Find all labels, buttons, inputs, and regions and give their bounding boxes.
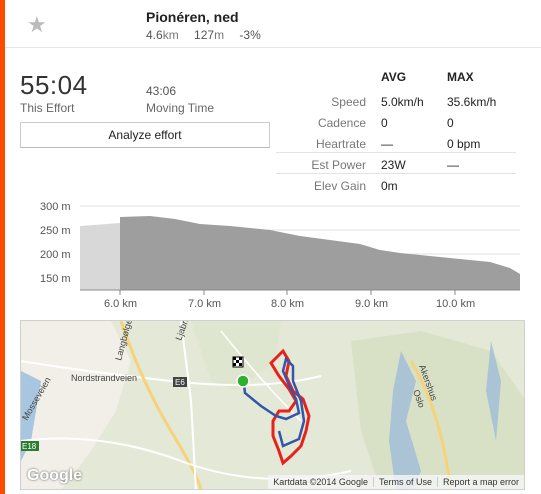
segment-grade: -3%: [239, 28, 261, 42]
x-tick-label: 9.0 km: [355, 298, 388, 310]
effort-time: 55:04: [20, 70, 88, 100]
y-tick-label: 300 m: [40, 201, 71, 213]
x-tick-label: 6.0 km: [104, 298, 137, 310]
segment-elevation: 127m: [194, 28, 225, 42]
stat-max-value: —: [447, 158, 459, 172]
analyze-effort-button[interactable]: Analyze effort: [20, 122, 270, 148]
route-map[interactable]: Nordstrandveien Mosseveien Langbølgen E6…: [20, 320, 525, 490]
map-label: Nordstrandveien: [71, 373, 137, 383]
segment-header: ★ Pionéren, ned 4.6km 127m -3%: [5, 0, 541, 48]
x-tick-label: 10.0 km: [436, 298, 475, 310]
stat-label: Elev Gain: [313, 179, 366, 193]
stat-avg-value: 0m: [381, 179, 398, 193]
stat-row-speed: Speed 5.0km/h 35.6km/h: [276, 95, 516, 116]
road-shield: E18: [22, 442, 37, 451]
y-tick-label: 250 m: [40, 225, 71, 237]
stat-label: Heartrate: [315, 137, 366, 151]
y-tick-label: 150 m: [40, 273, 71, 285]
map-canvas: Nordstrandveien Mosseveien Langbølgen E6…: [21, 321, 524, 489]
map-attribution: Kartdata ©2014 Google: [273, 477, 368, 487]
row-divider: [276, 173, 516, 174]
stat-max-value: 0 bpm: [447, 137, 481, 151]
avg-header: AVG: [381, 70, 407, 84]
stat-row-cadence: Cadence 0 0: [276, 116, 516, 137]
elevation-chart: 300 m 250 m 200 m 150 m 6.0 km 7.0 km 8.…: [40, 201, 520, 310]
segment-stats: 4.6km 127m -3%: [146, 28, 273, 42]
moving-time-label: Moving Time: [146, 101, 215, 115]
stat-max-value: 35.6km/h: [447, 95, 497, 109]
map-footer: Kartdata ©2014 Google Terms of Use Repor…: [268, 475, 524, 489]
moving-time: 43:06: [146, 84, 177, 98]
elevation-profile[interactable]: 300 m 250 m 200 m 150 m 6.0 km 7.0 km 8.…: [0, 196, 541, 316]
stat-avg-value: 5.0km/h: [381, 95, 424, 109]
stat-row-est-power: Est Power 23W —: [276, 158, 516, 179]
segment-elevation-area: [120, 216, 520, 290]
stat-label: Speed: [331, 95, 366, 109]
start-marker: [236, 374, 250, 388]
effort-time-label: This Effort: [20, 101, 75, 115]
stat-avg-value: 0: [381, 116, 388, 130]
stat-max-value: 0: [447, 116, 454, 130]
segment-distance: 4.6km: [146, 28, 179, 42]
pre-segment-area: [80, 223, 120, 290]
star-icon[interactable]: ★: [27, 12, 47, 38]
stat-label: Cadence: [317, 116, 366, 130]
x-tick-label: 8.0 km: [271, 298, 304, 310]
report-error-link[interactable]: Report a map error: [436, 477, 524, 487]
stat-row-heartrate: Heartrate — 0 bpm: [276, 137, 516, 158]
max-header: MAX: [447, 70, 474, 84]
stat-avg-value: 23W: [381, 158, 406, 172]
stat-label: Est Power: [311, 158, 366, 172]
stat-avg-value: —: [381, 137, 393, 151]
y-tick-label: 200 m: [40, 249, 71, 261]
row-divider: [276, 152, 516, 153]
road-shield: E6: [175, 378, 185, 387]
google-logo: Google: [27, 467, 83, 484]
segment-name[interactable]: Pionéren, ned: [146, 9, 239, 25]
x-tick-label: 7.0 km: [188, 298, 221, 310]
terms-link[interactable]: Terms of Use: [372, 477, 437, 487]
